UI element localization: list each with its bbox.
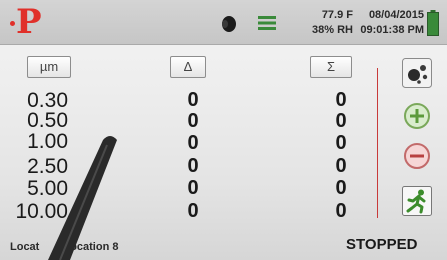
environment-readout: 77.9 F 38% RH	[297, 8, 353, 38]
speaker-icon[interactable]	[218, 14, 238, 34]
sum-row-5: 0	[335, 177, 347, 199]
sum-row-2: 0	[335, 110, 347, 132]
status-bar: P 77.9 F 38% RH 08/04/2015 09:01:38 PM	[0, 0, 447, 45]
size-row-3: 1.00	[27, 130, 68, 153]
sum-row-1: 0	[335, 89, 347, 111]
location-readout[interactable]: Locat Location 8	[10, 241, 118, 253]
datetime-readout: 08/04/2015 09:01:38 PM	[354, 8, 424, 38]
delta-column-header[interactable]: Δ	[170, 56, 206, 78]
time-value: 09:01:38 PM	[360, 24, 424, 36]
sidebar-divider	[377, 68, 378, 218]
size-row-4: 2.50	[27, 155, 68, 178]
location-value: Location 8	[63, 241, 119, 253]
delta-row-5: 0	[187, 177, 199, 199]
run-icon[interactable]	[402, 186, 432, 216]
location-label-prefix: Locat	[10, 241, 40, 253]
logo-dot	[10, 21, 15, 26]
date-value: 08/04/2015	[368, 9, 424, 21]
particles-icon[interactable]	[402, 58, 432, 88]
size-row-6: 10.00	[15, 200, 68, 223]
sum-row-6: 0	[335, 200, 347, 222]
temperature-value: 77.9 F	[321, 9, 353, 21]
size-row-5: 5.00	[27, 177, 68, 200]
delta-row-1: 0	[187, 89, 199, 111]
delta-row-3: 0	[187, 132, 199, 154]
delta-row-6: 0	[187, 200, 199, 222]
sum-row-4: 0	[335, 155, 347, 177]
brand-logo: P	[6, 2, 42, 42]
zoom-in-icon[interactable]	[402, 101, 432, 131]
logo-letter: P	[16, 2, 42, 42]
zoom-out-icon[interactable]	[402, 141, 432, 171]
menu-icon[interactable]	[258, 15, 276, 31]
sum-row-3: 0	[335, 132, 347, 154]
device-screen: P 77.9 F 38% RH 08/04/2015 09:01:38 PM µ…	[0, 0, 447, 260]
run-state: STOPPED	[346, 236, 418, 253]
humidity-value: 38% RH	[312, 24, 353, 36]
battery-icon	[427, 10, 439, 36]
sum-column-header[interactable]: Σ	[310, 56, 352, 78]
size-column-header[interactable]: µm	[27, 56, 71, 78]
delta-row-2: 0	[187, 110, 199, 132]
delta-row-4: 0	[187, 155, 199, 177]
